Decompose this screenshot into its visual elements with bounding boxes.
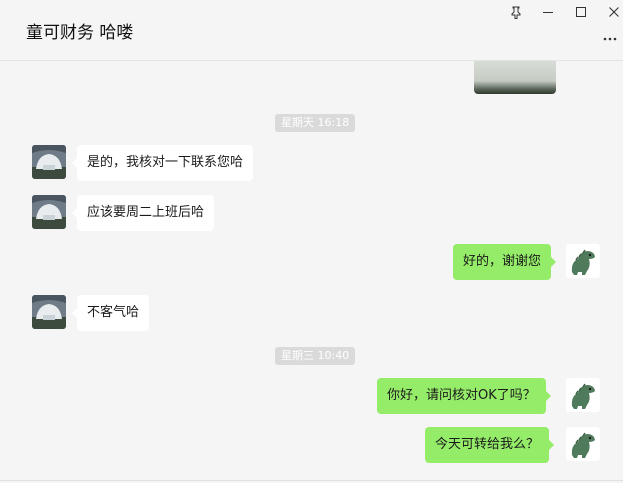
chat-header: 童可财务 哈喽 — [0, 0, 623, 61]
timestamp: 星期天 16:18 — [275, 114, 356, 132]
user-avatar-dinosaur[interactable] — [566, 244, 600, 278]
image-message-thumbnail[interactable] — [474, 61, 556, 94]
contact-avatar[interactable] — [32, 145, 66, 179]
close-icon[interactable] — [603, 3, 623, 21]
message-bubble[interactable]: 你好，请问核对OK了吗？ — [377, 378, 551, 414]
message-bubble[interactable]: 好的，谢谢您 — [453, 244, 557, 280]
user-avatar-dinosaur[interactable] — [566, 378, 600, 412]
input-divider — [0, 480, 623, 481]
user-avatar-dinosaur[interactable] — [566, 427, 600, 461]
maximize-icon[interactable] — [570, 3, 592, 21]
pin-icon[interactable] — [505, 3, 527, 21]
chat-title: 童可财务 哈喽 — [26, 23, 134, 43]
timestamp: 星期三 10:40 — [275, 347, 356, 365]
message-bubble[interactable]: 应该要周二上班后哈 — [71, 195, 215, 231]
minimize-icon[interactable] — [537, 3, 559, 21]
chat-area[interactable]: 星期天 16:18 是的，我核对一下联系您哈 应该要周二上班后哈 好的，谢谢您 — [0, 61, 623, 481]
message-bubble[interactable]: 不客气哈 — [71, 295, 150, 331]
message-bubble[interactable]: 是的，我核对一下联系您哈 — [71, 145, 254, 181]
message-bubble[interactable]: 今天可转给我么？ — [425, 427, 555, 463]
more-icon[interactable] — [603, 27, 617, 45]
contact-avatar[interactable] — [32, 295, 66, 329]
contact-avatar[interactable] — [32, 195, 66, 229]
